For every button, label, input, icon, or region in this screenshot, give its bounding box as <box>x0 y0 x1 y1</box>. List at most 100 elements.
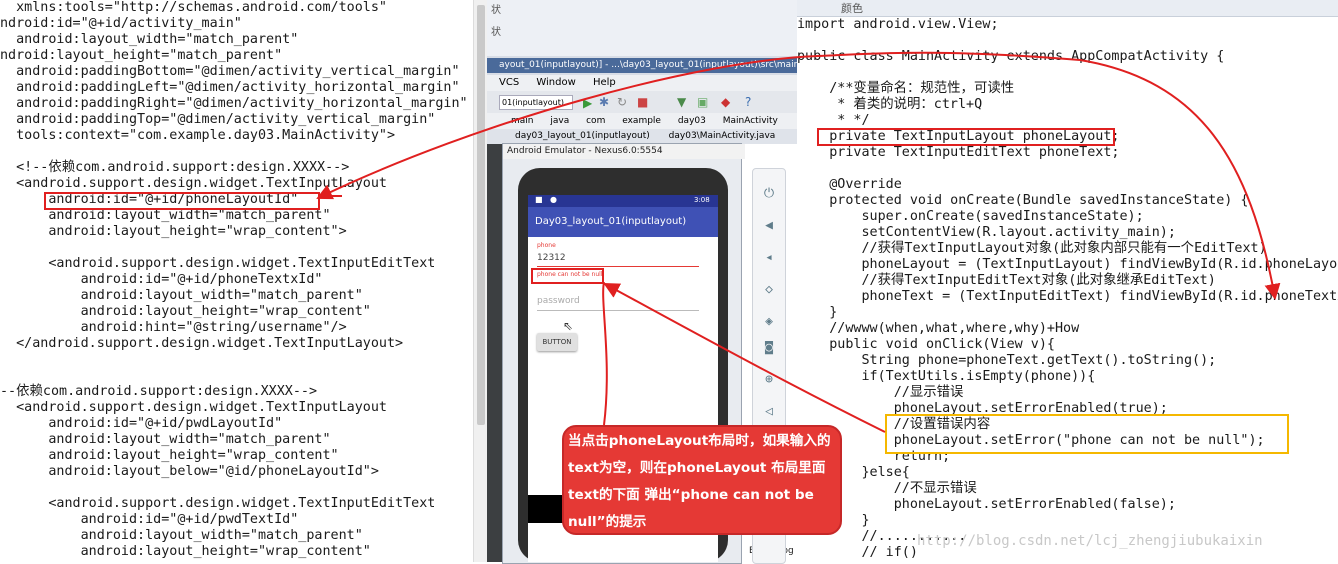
code-line: * 着类的说明：ctrl+Q <box>797 97 983 112</box>
volume-down-icon[interactable]: ◂ <box>762 251 776 265</box>
java-field-highlight <box>817 128 1115 146</box>
code-line: <!--依赖com.android.support:design.XXXX--> <box>0 160 350 175</box>
properties-color-label: 颜色 <box>841 2 863 15</box>
properties-header: 颜色 <box>797 0 1338 17</box>
password-input[interactable]: password <box>537 296 580 306</box>
debug-icon[interactable]: ✱ <box>599 95 609 109</box>
rotate-right-icon[interactable]: ◈ <box>762 315 776 329</box>
avd-icon[interactable]: ▣ <box>697 95 708 109</box>
run-config-select[interactable]: 01(inputlayout) <box>499 95 573 110</box>
zoom-icon[interactable]: ⊕ <box>762 373 776 387</box>
code-line: <android.support.design.widget.TextInput… <box>0 176 387 191</box>
code-line: <android.support.design.widget.TextInput… <box>0 496 436 511</box>
help-icon[interactable]: ? <box>745 95 751 109</box>
code-line: ndroid:layout_height="match_parent" <box>0 48 283 63</box>
xml-editor-scrollbar[interactable] <box>473 0 488 562</box>
code-line: android:paddingBottom="@dimen/activity_v… <box>0 64 460 79</box>
code-line: <android.support.design.widget.TextInput… <box>0 256 436 271</box>
ide-title-bar: ayout_01(inputlayout)] - ...\day03_layou… <box>487 58 797 73</box>
code-line: android:paddingTop="@dimen/activity_vert… <box>0 112 436 127</box>
sync-icon[interactable]: ↻ <box>617 95 627 109</box>
code-line: android:layout_width="match_parent" <box>0 528 363 543</box>
phone-button[interactable]: BUTTON <box>537 333 577 351</box>
code-line: android:id="@+id/pwdTextId" <box>0 512 299 527</box>
code-line: //获得TextInputLayout对象(此对象内部只能有一个EditText… <box>797 241 1267 256</box>
code-line: // if() <box>797 545 918 560</box>
properties-strip: 状 状 <box>487 0 797 56</box>
tab-layout[interactable]: day03_layout_01(inputlayout) <box>515 131 650 141</box>
breadcrumb-day03[interactable]: day03 <box>678 116 706 126</box>
properties-label-left: 状 <box>491 5 501 16</box>
status-icon: ■ <box>535 195 543 204</box>
code-line: public class MainActivity extends AppCom… <box>797 49 1225 64</box>
code-line: } <box>797 305 838 320</box>
code-line: android:layout_height="wrap_content" <box>0 304 371 319</box>
xml-editor-pane[interactable]: xmlns:tools="http://schemas.android.com/… <box>0 0 473 562</box>
menu-vcs[interactable]: VCS <box>499 77 519 88</box>
code-line: android:paddingRight="@dimen/activity_ho… <box>0 96 468 111</box>
code-line: String phone=phoneText.getText().toStrin… <box>797 353 1217 368</box>
code-line: android:layout_below="@id/phoneLayoutId"… <box>0 464 379 479</box>
code-line: /**变量命名：规范性，可读性 <box>797 81 1015 96</box>
code-line: android:id="@+id/pwdLayoutId" <box>0 416 283 431</box>
code-line: android:layout_width="match_parent" <box>0 432 331 447</box>
editor-tabs: day03_layout_01(inputlayout) day03\MainA… <box>487 129 797 144</box>
code-line: public void onClick(View v){ <box>797 337 1055 352</box>
code-line: android:hint="@string/username"/> <box>0 320 347 335</box>
breadcrumb-example[interactable]: example <box>622 116 661 126</box>
code-line: if(TextUtils.isEmpty(phone)){ <box>797 369 1096 384</box>
rotate-left-icon[interactable]: ◇ <box>762 283 776 297</box>
properties-label-second: 状 <box>491 27 501 38</box>
error-text-highlight <box>531 268 604 284</box>
code-line: setContentView(R.layout.activity_main); <box>797 225 1176 240</box>
annotation-callout: 当点击phoneLayout布局时，如果输入的text为空，则在phoneLay… <box>562 425 842 535</box>
code-line: <android.support.design.widget.TextInput… <box>0 400 387 415</box>
breadcrumb-mainactivity[interactable]: MainActivity <box>723 116 778 126</box>
tab-mainactivity[interactable]: day03\MainActivity.java <box>669 131 776 141</box>
code-line: ndroid:id="@+id/activity_main" <box>0 16 242 31</box>
code-line: import android.view.View; <box>797 17 999 32</box>
code-line: //wwww(when,what,where,why)+How <box>797 321 1080 336</box>
code-line: phoneLayout.setErrorEnabled(false); <box>797 497 1176 512</box>
seterror-highlight <box>885 414 1289 454</box>
code-line: android:layout_width="match_parent" <box>0 208 331 223</box>
code-line: //显示错误 <box>797 385 964 400</box>
code-line: android:layout_width="match_parent" <box>0 32 299 47</box>
breadcrumb-java[interactable]: java <box>550 116 569 126</box>
java-editor-pane[interactable]: import android.view.View; public class Ma… <box>797 0 1338 562</box>
code-line: --依赖com.android.support:design.XXXX--> <box>0 384 318 399</box>
ide-menu-bar: VCS Window Help <box>487 75 797 91</box>
camera-icon[interactable]: ◙ <box>762 341 776 355</box>
xml-id-highlight <box>44 192 320 210</box>
phone-input[interactable]: 12312 <box>537 253 566 263</box>
code-line: //获得TextInputEditText对象(此对象继承EditText) <box>797 273 1216 288</box>
stop-icon[interactable]: ■ <box>637 95 648 109</box>
code-line: super.onCreate(savedInstanceState); <box>797 209 1144 224</box>
code-line: * */ <box>797 113 870 128</box>
code-line: android:layout_width="match_parent" <box>0 288 363 303</box>
volume-up-icon[interactable]: ◀ <box>762 219 776 233</box>
back-side-icon[interactable]: ◁ <box>762 405 776 419</box>
password-input-underline <box>537 310 699 311</box>
menu-help[interactable]: Help <box>593 77 616 88</box>
menu-window[interactable]: Window <box>536 77 575 88</box>
code-line: tools:context="com.example.day03.MainAct… <box>0 128 396 143</box>
breadcrumb-com[interactable]: com <box>586 116 605 126</box>
code-line: android:id="@+id/phoneTextxId" <box>0 272 323 287</box>
code-line: xmlns:tools="http://schemas.android.com/… <box>0 0 387 15</box>
code-line: phoneText = (TextInputEditText) findView… <box>797 289 1338 304</box>
code-line: android:layout_height="wrap_content"> <box>0 224 347 239</box>
mouse-cursor-icon: ⇖ <box>563 319 574 333</box>
code-line: </android.support.design.widget.TextInpu… <box>0 336 404 351</box>
breadcrumb-main[interactable]: main <box>511 116 534 126</box>
scrollbar-thumb[interactable] <box>477 5 485 425</box>
code-line: private TextInputEditText phoneText; <box>797 145 1120 160</box>
code-line: android:layout_height="wrap_content" <box>0 544 371 559</box>
monitor-icon[interactable]: ◆ <box>721 95 730 109</box>
sdk-icon[interactable]: ▼ <box>677 95 686 109</box>
code-line: protected void onCreate(Bundle savedInst… <box>797 193 1249 208</box>
run-icon[interactable]: ▶ <box>583 96 592 110</box>
code-line: @Override <box>797 177 902 192</box>
power-icon[interactable]: ⏻ <box>762 187 776 201</box>
status-time: 3:08 <box>694 196 710 204</box>
